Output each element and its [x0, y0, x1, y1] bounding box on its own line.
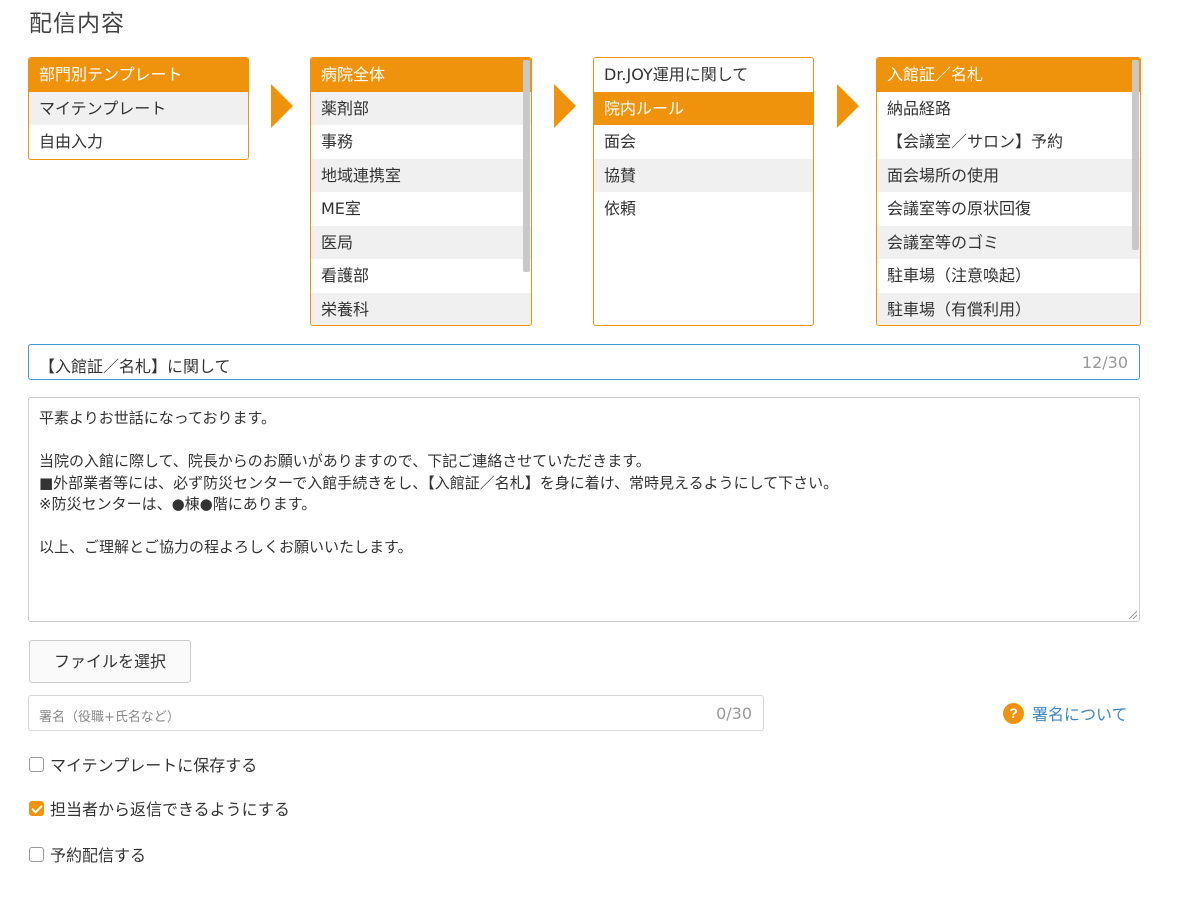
- template-item[interactable]: 【会議室／サロン】予約: [877, 125, 1140, 159]
- allow-reply-option[interactable]: 担当者から返信できるようにする: [29, 796, 290, 820]
- topic-item[interactable]: Dr.JOY運用に関して: [594, 58, 813, 92]
- scheduled-delivery-option[interactable]: 予約配信する: [29, 842, 146, 866]
- question-icon: ?: [1003, 702, 1024, 724]
- topic-item[interactable]: 院内ルール: [594, 91, 813, 125]
- body-line: ※防災センターは、●棟●階にあります。: [39, 495, 317, 513]
- department-item[interactable]: 病院全体: [311, 58, 531, 92]
- department-item[interactable]: 医局: [311, 225, 531, 259]
- topic-item[interactable]: 依頼: [594, 192, 813, 226]
- option-label: 担当者から返信できるようにする: [50, 800, 290, 819]
- department-item[interactable]: ME室: [311, 192, 531, 226]
- signature-help-label: 署名について: [1032, 705, 1128, 724]
- resize-grip-icon[interactable]: [1127, 609, 1137, 619]
- body-line: 以上、ご理解とご協力の程よろしくお願いいたします。: [39, 538, 413, 556]
- department-list: 病院全体 薬剤部 事務 地域連携室 ME室 医局 看護部 栄養科: [310, 57, 532, 326]
- save-my-template-option[interactable]: マイテンプレートに保存する: [29, 752, 257, 776]
- template-item[interactable]: 納品経路: [877, 92, 1140, 126]
- body-line: [39, 516, 1129, 538]
- department-item[interactable]: 薬剤部: [311, 91, 531, 125]
- topic-item[interactable]: 面会: [594, 125, 813, 159]
- topic-item[interactable]: 協賛: [594, 158, 813, 192]
- department-item[interactable]: 看護部: [311, 259, 531, 293]
- body-line: [39, 430, 1129, 452]
- body-line: 平素よりお世話になっております。: [39, 409, 277, 427]
- template-item[interactable]: 会議室等のゴミ: [877, 225, 1140, 259]
- category-list: 部門別テンプレート マイテンプレート 自由入力: [28, 57, 249, 160]
- scrollbar-thumb[interactable]: [1132, 60, 1139, 250]
- signature-input[interactable]: 署名（役職+氏名など） 0/30: [28, 695, 764, 731]
- signature-placeholder: 署名（役職+氏名など）: [39, 710, 180, 725]
- template-item[interactable]: 面会場所の使用: [877, 158, 1140, 192]
- signature-char-counter: 0/30: [716, 704, 752, 723]
- arrow-right-icon: [271, 84, 293, 128]
- message-body-textarea[interactable]: 平素よりお世話になっております。 当院の入館に際して、院長からのお願いがあります…: [28, 397, 1140, 622]
- choose-file-button[interactable]: ファイルを選択: [29, 640, 191, 683]
- allow-reply-checkbox[interactable]: [29, 800, 44, 816]
- body-line: 当院の入館に際して、院長からのお願いがありますので、下記ご連絡させていただきます…: [39, 452, 651, 470]
- subject-input[interactable]: 【入館証／名札】に関して 12/30: [28, 344, 1140, 380]
- department-item[interactable]: 地域連携室: [311, 158, 531, 192]
- scrollbar-thumb[interactable]: [523, 60, 530, 272]
- department-item[interactable]: 栄養科: [311, 292, 531, 325]
- template-item[interactable]: 駐車場（注意喚起）: [877, 259, 1140, 293]
- template-scrollbar[interactable]: [1131, 58, 1140, 325]
- option-label: 予約配信する: [50, 846, 147, 865]
- arrow-right-icon: [837, 84, 859, 128]
- topic-list: Dr.JOY運用に関して 院内ルール 面会 協賛 依頼: [593, 57, 814, 326]
- scheduled-delivery-checkbox[interactable]: [29, 846, 44, 862]
- template-item[interactable]: 入館証／名札: [877, 58, 1140, 92]
- template-item[interactable]: 駐車場（有償利用）: [877, 292, 1140, 325]
- signature-help-link[interactable]: ? 署名について: [1003, 701, 1128, 725]
- subject-input-value: 【入館証／名札】に関して: [39, 357, 231, 376]
- subject-char-counter: 12/30: [1081, 353, 1128, 372]
- department-scrollbar[interactable]: [522, 58, 531, 325]
- category-item-free-input[interactable]: 自由入力: [29, 125, 248, 159]
- template-list: 入館証／名札 納品経路 【会議室／サロン】予約 面会場所の使用 会議室等の原状回…: [876, 57, 1141, 326]
- department-item[interactable]: 事務: [311, 125, 531, 159]
- template-item[interactable]: 会議室等の原状回復: [877, 192, 1140, 226]
- option-label: マイテンプレートに保存する: [50, 756, 258, 775]
- category-item-my-template[interactable]: マイテンプレート: [29, 91, 248, 125]
- arrow-right-icon: [554, 84, 576, 128]
- body-line: ■外部業者等には、必ず防災センターで入館手続きをし、【入館証／名札】を身に着け、…: [39, 473, 839, 492]
- page-title: 配信内容: [29, 11, 125, 37]
- category-item-department-template[interactable]: 部門別テンプレート: [29, 58, 248, 92]
- save-my-template-checkbox[interactable]: [29, 756, 44, 772]
